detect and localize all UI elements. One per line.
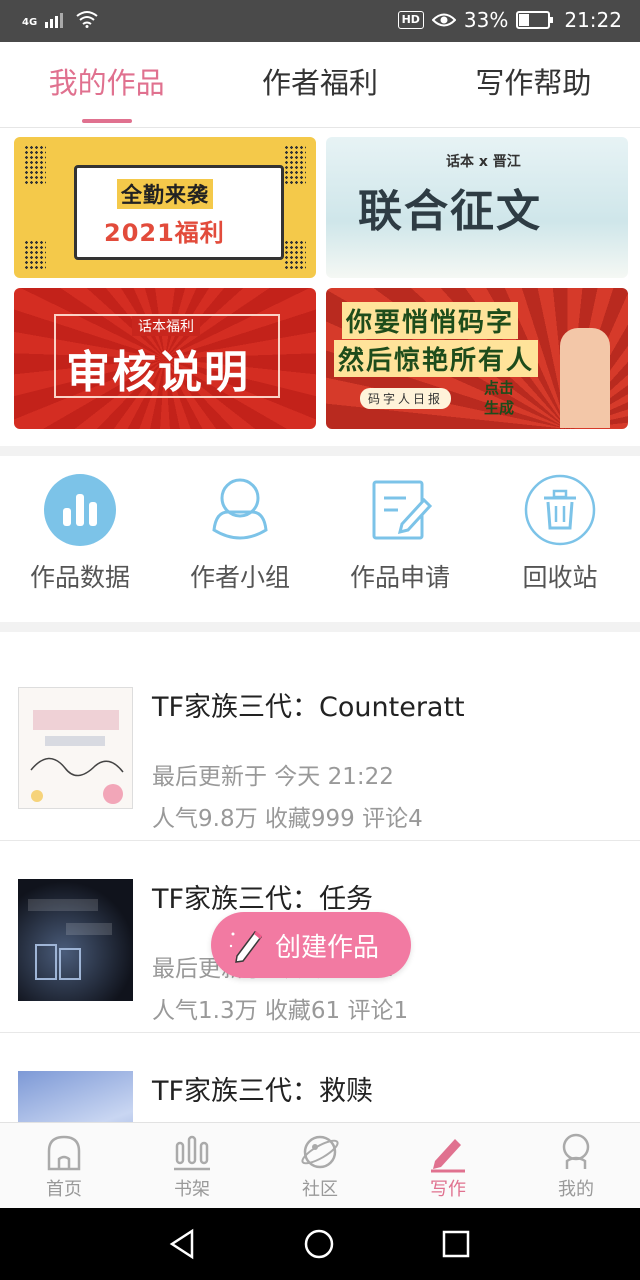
status-right: HD 33% 21:22: [397, 8, 622, 32]
banner-contest-title: 联合征文: [358, 186, 542, 237]
tabbar-label: 社区: [302, 1179, 338, 1200]
banner-review-small: 话本福利: [132, 316, 200, 336]
top-tabs: 我的作品 作者福利 写作帮助: [0, 42, 640, 128]
banner-grid: 全勤来袭 2021福利 话本 x 晋江 联合征文 话本福利 审核说明 你要悄悄码…: [14, 137, 628, 430]
banner-daily-line1: 你要悄悄码字: [342, 302, 519, 339]
tab-writing-help[interactable]: 写作帮助: [427, 42, 640, 127]
work-title: TF家族三代：任务: [152, 884, 374, 915]
bottom-tab-bar: 首页 书架 社区 写作 我的: [0, 1122, 640, 1208]
create-work-label: 创建作品: [275, 932, 380, 963]
work-updated: 最后更新于 今天 21:22: [152, 764, 394, 790]
pencil-icon: [229, 930, 263, 963]
clock: 21:22: [564, 8, 622, 32]
tabbar-label: 写作: [430, 1179, 466, 1200]
fist-illustration: [560, 328, 610, 428]
bookshelf-icon: [174, 1135, 210, 1171]
banner-welfare-line2: 2021福利: [104, 219, 225, 247]
banner-daily-line2: 然后惊艳所有人: [334, 340, 539, 377]
edit-form-icon: [372, 480, 433, 540]
tabbar-label: 书架: [174, 1179, 210, 1200]
bar-chart-icon: [44, 474, 116, 546]
tool-work-application[interactable]: 作品申请: [320, 468, 480, 618]
wifi-icon: [76, 11, 98, 28]
banner-welfare-2021[interactable]: 全勤来袭 2021福利: [14, 137, 316, 278]
network-type: 4G: [22, 17, 38, 28]
home-icon: [47, 1135, 81, 1171]
trash-icon: [524, 474, 596, 546]
tabbar-label: 我的: [558, 1179, 594, 1200]
work-cover: [18, 879, 133, 1001]
tabbar-community[interactable]: 社区: [256, 1123, 384, 1208]
home-circle-icon[interactable]: [303, 1228, 335, 1260]
banner-review-guide[interactable]: 话本福利 审核说明: [14, 288, 316, 429]
tool-label: 作品数据: [29, 563, 130, 592]
back-icon[interactable]: [168, 1228, 200, 1260]
tabbar-write[interactable]: 写作: [384, 1123, 512, 1208]
profile-icon: [562, 1133, 590, 1169]
work-stats: 人气1.3万 收藏61 评论1: [152, 998, 409, 1024]
battery-percent: 33%: [463, 8, 509, 32]
planet-icon: [301, 1135, 339, 1169]
work-cover: [18, 1071, 133, 1122]
banner-contest-tag: 话本 x 晋江: [446, 154, 521, 170]
status-bar: 4G HD 33% 21:22: [0, 0, 640, 42]
banner-daily-pill: 码字人日报: [360, 388, 452, 409]
banner-daily-click: 点击 生成: [484, 379, 515, 417]
work-cover: [18, 687, 133, 809]
battery-icon: [516, 11, 554, 29]
divider: [0, 446, 640, 456]
tool-label: 作品申请: [349, 563, 450, 592]
pen-icon: [431, 1139, 465, 1173]
tool-recycle-bin[interactable]: 回收站: [480, 468, 640, 618]
work-title: TF家族三代：Counteratt: [152, 692, 465, 723]
tab-my-works[interactable]: 我的作品: [0, 42, 213, 127]
banner-welfare-line1: 全勤来袭: [117, 179, 213, 209]
tab-author-welfare[interactable]: 作者福利: [213, 42, 426, 127]
work-title: TF家族三代：救赎: [152, 1076, 374, 1107]
tabbar-mine[interactable]: 我的: [512, 1123, 640, 1208]
tabbar-home[interactable]: 首页: [0, 1123, 128, 1208]
signal-icon: [45, 13, 64, 28]
tabbar-label: 首页: [46, 1179, 82, 1200]
status-left: 4G: [22, 10, 99, 28]
tool-work-data[interactable]: 作品数据: [0, 468, 160, 618]
tool-label: 回收站: [522, 563, 598, 592]
tool-author-group[interactable]: 作者小组: [160, 468, 320, 618]
recents-icon[interactable]: [440, 1228, 472, 1260]
tool-label: 作者小组: [189, 563, 290, 592]
hd-badge: HD: [397, 11, 424, 29]
tabbar-bookshelf[interactable]: 书架: [128, 1123, 256, 1208]
create-work-button[interactable]: 创建作品: [211, 912, 411, 978]
work-item[interactable]: TF家族三代：Counteratt 最后更新于 今天 21:22 人气9.8万 …: [0, 649, 640, 841]
banner-joint-contest[interactable]: 话本 x 晋江 联合征文: [326, 137, 628, 278]
divider: [0, 622, 640, 632]
system-nav-bar: [0, 1208, 640, 1280]
eye-icon: [431, 13, 456, 27]
work-stats: 人气9.8万 收藏999 评论4: [152, 806, 423, 832]
banner-review-title: 审核说明: [66, 347, 250, 398]
banner-daily-report[interactable]: 你要悄悄码字 然后惊艳所有人 码字人日报 点击 生成: [326, 288, 628, 429]
works-list: TF家族三代：Counteratt 最后更新于 今天 21:22 人气9.8万 …: [0, 632, 640, 1122]
work-item[interactable]: TF家族三代：救赎: [0, 1033, 640, 1122]
tool-row: 作品数据 作者小组 作品申请 回收站: [0, 468, 640, 618]
group-icon: [212, 478, 268, 540]
